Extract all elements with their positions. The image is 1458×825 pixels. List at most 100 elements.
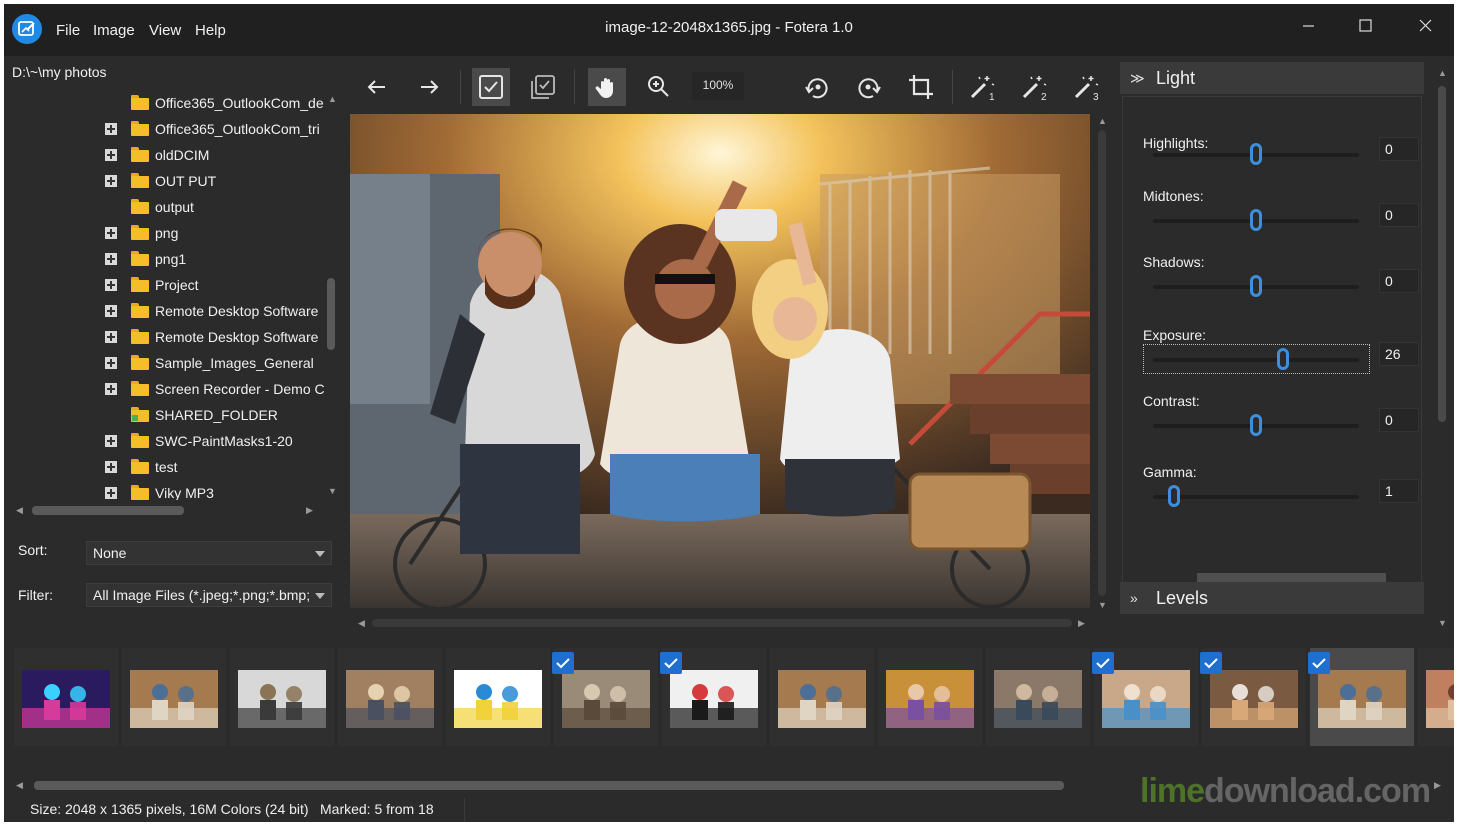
rotate-right-icon[interactable] <box>850 68 888 106</box>
magic-wand-2-icon[interactable]: 2 <box>1016 68 1054 106</box>
thumbnail-item[interactable] <box>1092 648 1198 746</box>
expand-plus-icon[interactable] <box>105 175 117 187</box>
expand-plus-icon[interactable] <box>105 227 117 239</box>
scroll-up-icon[interactable]: ▲ <box>328 94 337 104</box>
slider-value-input[interactable]: 0 <box>1379 269 1419 293</box>
rotate-left-icon[interactable] <box>798 68 836 106</box>
slider-value-input[interactable]: 1 <box>1379 479 1419 503</box>
folder-tree-item[interactable]: oldDCIM <box>10 142 330 168</box>
slider-handle[interactable] <box>1250 209 1262 231</box>
marked-check-icon[interactable] <box>660 652 682 674</box>
expand-plus-icon[interactable] <box>105 253 117 265</box>
expand-plus-icon[interactable] <box>105 461 117 473</box>
scroll-right-icon[interactable]: ▶ <box>1434 780 1441 791</box>
scroll-right-icon[interactable]: ▶ <box>1078 618 1085 629</box>
expand-plus-icon[interactable] <box>105 383 117 395</box>
crop-icon[interactable] <box>902 68 940 106</box>
slider-handle[interactable] <box>1167 485 1180 507</box>
folder-tree-item[interactable]: SHARED_FOLDER <box>10 402 330 428</box>
back-arrow-icon[interactable] <box>358 68 396 106</box>
thumbnail-item[interactable] <box>122 648 226 746</box>
levels-section-header[interactable]: » Levels <box>1120 582 1424 614</box>
expand-plus-icon[interactable] <box>105 331 117 343</box>
scroll-right-icon[interactable]: ▶ <box>306 505 313 516</box>
folder-tree-item[interactable]: output <box>10 194 330 220</box>
scroll-left-icon[interactable]: ◀ <box>16 505 23 516</box>
folder-tree-item[interactable]: Sample_Images_General <box>10 350 330 376</box>
thumbnail-item[interactable] <box>446 648 550 746</box>
magic-wand-3-icon[interactable]: 3 <box>1068 68 1106 106</box>
thumbnail-item[interactable] <box>230 648 334 746</box>
scroll-up-icon[interactable]: ▲ <box>1098 116 1107 126</box>
expand-plus-icon[interactable] <box>105 305 117 317</box>
folder-tree-item[interactable]: Screen Recorder - Demo C <box>10 376 330 402</box>
scroll-down-icon[interactable]: ▼ <box>1098 600 1107 610</box>
thumbnail-item[interactable] <box>770 648 874 746</box>
hand-pan-icon[interactable] <box>588 68 626 106</box>
marked-check-icon[interactable] <box>1200 652 1222 674</box>
folder-tree-item[interactable]: test <box>10 454 330 480</box>
forward-arrow-icon[interactable] <box>410 68 448 106</box>
folder-tree-item[interactable]: Project <box>10 272 330 298</box>
slider-handle[interactable] <box>1276 348 1289 370</box>
slider-track[interactable] <box>1153 143 1359 165</box>
scroll-down-icon[interactable]: ▼ <box>1438 618 1447 628</box>
folder-tree-item[interactable]: Office365_OutlookCom_de <box>10 90 330 116</box>
slider-handle[interactable] <box>1250 414 1262 436</box>
close-icon[interactable] <box>1411 14 1441 38</box>
folder-tree-horizontal-scrollbar[interactable]: ◀ ▶ <box>10 502 324 518</box>
folder-tree-item[interactable]: Office365_OutlookCom_tri <box>10 116 330 142</box>
filter-dropdown[interactable]: All Image Files (*.jpeg;*.png;*.bmp; <box>86 583 332 607</box>
folder-tree-item[interactable]: png1 <box>10 246 330 272</box>
thumbnail-item[interactable] <box>338 648 442 746</box>
thumbnail-item[interactable] <box>14 648 118 746</box>
slider-track[interactable] <box>1153 275 1359 297</box>
thumbnail-item[interactable] <box>1308 648 1414 746</box>
viewer-vertical-scrollbar[interactable]: ▲ ▼ <box>1094 114 1110 614</box>
mark-checkbox-icon[interactable] <box>472 68 510 106</box>
slider-track[interactable] <box>1153 348 1359 370</box>
slider-track[interactable] <box>1153 485 1359 507</box>
zoom-level-display[interactable]: 100% <box>692 72 744 100</box>
scroll-left-icon[interactable]: ◀ <box>358 618 365 629</box>
viewer-horizontal-scrollbar[interactable]: ◀ ▶ <box>354 616 1090 630</box>
panel-vertical-scrollbar[interactable]: ▲ ▼ <box>1434 66 1450 636</box>
expand-plus-icon[interactable] <box>105 487 117 499</box>
slider-value-input[interactable]: 0 <box>1379 137 1419 161</box>
slider-value-input[interactable]: 26 <box>1379 342 1419 366</box>
slider-handle[interactable] <box>1250 275 1262 297</box>
marked-check-icon[interactable] <box>1308 652 1330 674</box>
sort-dropdown[interactable]: None <box>86 541 332 565</box>
folder-tree-item[interactable]: Remote Desktop Software <box>10 324 330 350</box>
light-section-header[interactable]: ≫ Light <box>1120 62 1424 94</box>
thumbnail-item[interactable] <box>1200 648 1306 746</box>
marked-check-icon[interactable] <box>1092 652 1114 674</box>
folder-tree-item[interactable]: png <box>10 220 330 246</box>
thumbnail-item[interactable] <box>986 648 1090 746</box>
thumbnail-item[interactable] <box>878 648 982 746</box>
magic-wand-1-icon[interactable]: 1 <box>964 68 1002 106</box>
minimize-icon[interactable] <box>1294 14 1324 38</box>
folder-tree-item[interactable]: Viky MP3 <box>10 480 330 500</box>
scroll-thumb[interactable] <box>327 278 335 350</box>
slider-value-input[interactable]: 0 <box>1379 408 1419 432</box>
thumbnail-item[interactable] <box>1418 648 1454 746</box>
scroll-thumb[interactable] <box>1438 86 1446 422</box>
folder-tree-item[interactable]: SWC-PaintMasks1-20 <box>10 428 330 454</box>
slider-track[interactable] <box>1153 209 1359 231</box>
zoom-in-icon[interactable] <box>640 68 678 106</box>
folder-tree-item[interactable]: OUT PUT <box>10 168 330 194</box>
scroll-down-icon[interactable]: ▼ <box>328 486 337 496</box>
scroll-thumb[interactable] <box>34 781 1064 790</box>
scroll-thumb[interactable] <box>372 619 1072 627</box>
folder-tree[interactable]: Office365_OutlookCom_de Office365_Outlook… <box>10 88 342 500</box>
thumbnail-item[interactable] <box>660 648 766 746</box>
thumbnail-item[interactable] <box>552 648 658 746</box>
slider-track[interactable] <box>1153 414 1359 436</box>
image-viewer[interactable] <box>350 114 1090 608</box>
scroll-thumb[interactable] <box>1098 130 1106 596</box>
mark-all-icon[interactable] <box>524 68 562 106</box>
scroll-left-icon[interactable]: ◀ <box>16 780 23 791</box>
expand-plus-icon[interactable] <box>105 149 117 161</box>
maximize-icon[interactable] <box>1351 14 1381 38</box>
